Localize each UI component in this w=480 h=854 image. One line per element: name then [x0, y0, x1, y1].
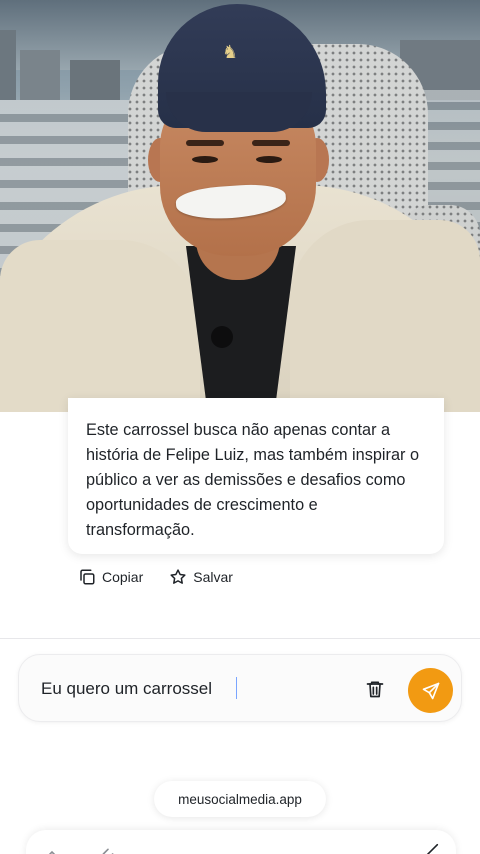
message-input[interactable]	[41, 675, 341, 703]
copy-icon	[80, 569, 95, 585]
eyebrow	[186, 140, 224, 146]
cap-brim	[166, 92, 312, 132]
building	[0, 30, 16, 100]
message-actions: Copiar Salvar	[78, 568, 233, 586]
save-button[interactable]: Salvar	[169, 568, 233, 586]
shirt-right	[290, 220, 480, 412]
divider	[0, 638, 480, 639]
copy-button[interactable]: Copiar	[78, 568, 143, 586]
text-caret	[236, 677, 237, 699]
save-label: Salvar	[193, 569, 233, 585]
message-composer	[18, 654, 462, 722]
send-button[interactable]	[408, 668, 453, 713]
video-frame: ♞	[0, 0, 480, 412]
building	[20, 50, 60, 100]
star-icon	[170, 569, 186, 584]
message-card: Este carrossel busca não apenas contar a…	[68, 398, 444, 554]
trash-icon[interactable]	[365, 679, 385, 699]
pencil-icon[interactable]	[424, 842, 440, 854]
lapel-mic	[211, 326, 233, 348]
eye	[192, 156, 218, 163]
building	[70, 60, 120, 100]
send-icon	[422, 682, 439, 699]
eye	[256, 156, 282, 163]
url-text: meusocialmedia.app	[178, 791, 302, 807]
browser-toolbar	[26, 830, 456, 854]
shirt-left	[0, 240, 200, 412]
close-icon[interactable]	[100, 846, 116, 854]
browser-url-bar[interactable]: meusocialmedia.app	[154, 781, 326, 817]
eyebrow	[252, 140, 290, 146]
copy-label: Copiar	[102, 569, 144, 585]
message-text: Este carrossel busca não apenas contar a…	[86, 421, 420, 539]
chevron-up-icon[interactable]	[44, 846, 60, 854]
polo-logo-icon: ♞	[222, 42, 239, 62]
